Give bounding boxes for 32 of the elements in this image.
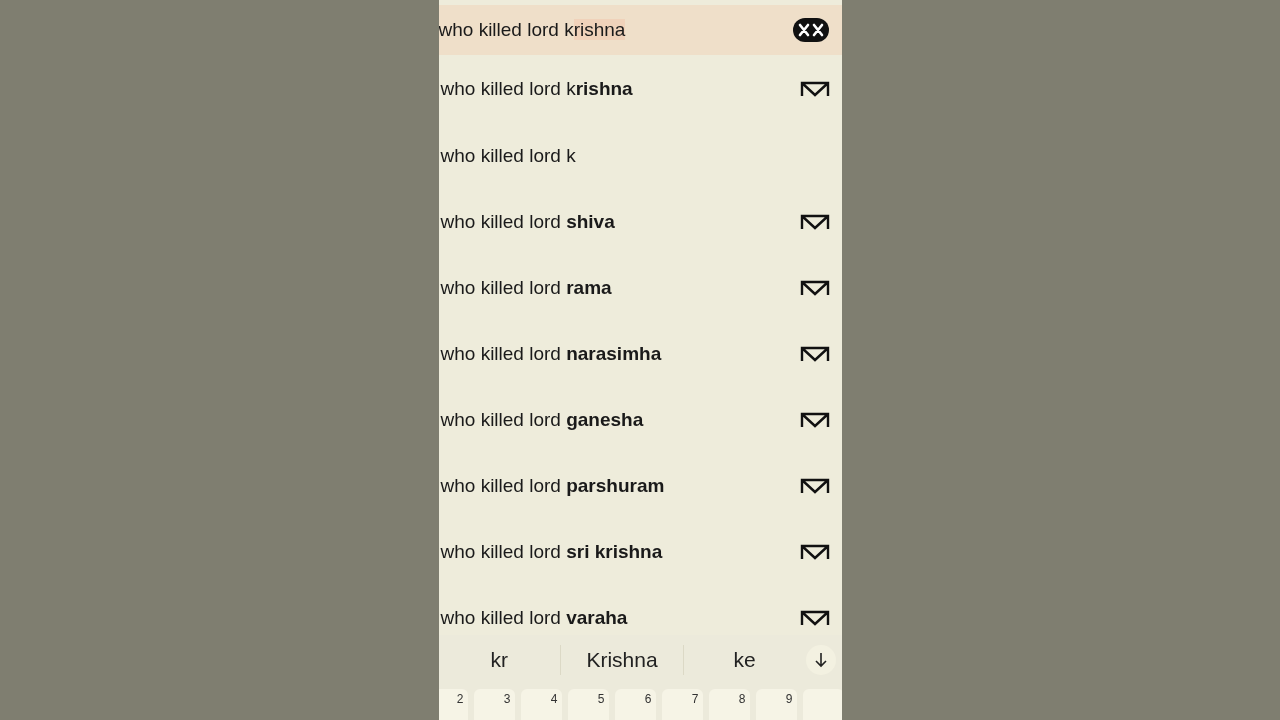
keyboard-key[interactable]: 9 — [755, 689, 797, 720]
suggestion-item[interactable]: who killed lord varaha — [440, 607, 628, 629]
suggestion-item[interactable]: who killed lord rama — [440, 277, 612, 299]
word-suggestion[interactable]: ke — [683, 648, 806, 672]
envelope-icon[interactable] — [799, 544, 830, 560]
envelope-icon[interactable] — [799, 412, 830, 428]
suggestion-item[interactable]: who killed lord shiva — [440, 211, 615, 233]
keyboard-key[interactable]: 3 — [473, 689, 515, 720]
keyboard-key[interactable]: 4 — [520, 689, 562, 720]
envelope-icon[interactable] — [799, 214, 830, 230]
envelope-icon[interactable] — [799, 280, 830, 296]
word-suggestion[interactable]: kr — [438, 648, 561, 672]
keyboard-key[interactable]: 2 — [438, 689, 468, 720]
clear-icon[interactable] — [791, 18, 830, 42]
envelope-icon[interactable] — [799, 81, 830, 97]
envelope-icon[interactable] — [799, 346, 830, 362]
keyboard-key[interactable]: 8 — [708, 689, 750, 720]
search-text: who killed lord krishna — [438, 19, 626, 41]
arrow-down-icon[interactable] — [805, 645, 836, 675]
keyboard-key[interactable]: 5 — [567, 689, 609, 720]
keyboard-key[interactable]: 7 — [661, 689, 703, 720]
keyboard-key[interactable]: 6 — [614, 689, 656, 720]
suggestion-item[interactable]: who killed lord ganesha — [440, 409, 644, 431]
envelope-icon[interactable] — [799, 478, 830, 494]
envelope-icon[interactable] — [799, 610, 830, 626]
suggestion-item[interactable]: who killed lord narasimha — [440, 343, 662, 365]
word-suggestion[interactable]: Krishna — [561, 648, 683, 672]
suggestion-item[interactable]: who killed lord k — [440, 145, 576, 167]
suggestion-item[interactable]: who killed lord sri krishna — [440, 541, 663, 563]
suggestion-item[interactable]: who killed lord parshuram — [440, 475, 665, 497]
suggestion-item[interactable]: who killed lord krishna — [440, 78, 633, 100]
search-field[interactable]: who killed lord krishna — [438, 5, 842, 55]
